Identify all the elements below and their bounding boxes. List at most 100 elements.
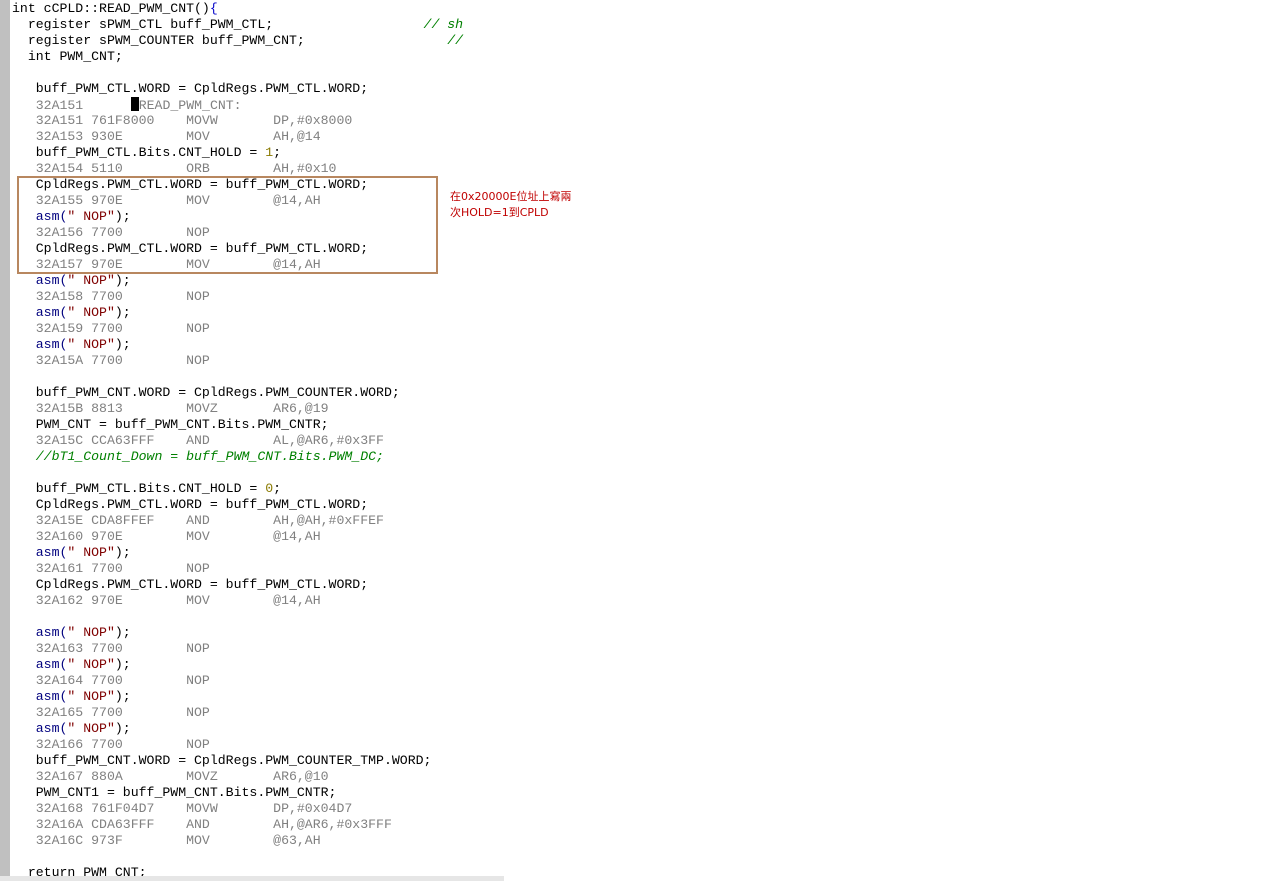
code-line: register sPWM_COUNTER buff_PWM_CNT; // xyxy=(12,33,471,49)
code-token: CpldRegs.PWM_CTL.WORD = buff_PWM_CTL.WOR… xyxy=(12,497,369,512)
code-token: " NOP" xyxy=(67,657,115,672)
code-token: ); xyxy=(114,721,131,736)
code-token: 32A15B 8813 MOVZ AR6,@19 xyxy=(12,401,329,416)
code-token: asm( xyxy=(12,721,68,736)
code-token: 32A158 7700 NOP xyxy=(12,289,210,304)
code-token: asm( xyxy=(12,625,68,640)
code-line: 32A16C 973F MOV @63,AH xyxy=(12,833,471,849)
code-token: // sh xyxy=(423,17,464,32)
annotation-note-line-1: 在0x20000E位址上寫兩 xyxy=(450,190,572,203)
code-token: ; xyxy=(273,145,282,160)
code-line: 32A16A CDA63FFF AND AH,@AR6,#0x3FFF xyxy=(12,817,471,833)
code-token: 32A164 7700 NOP xyxy=(12,673,210,688)
code-token: 32A160 970E MOV @14,AH xyxy=(12,529,321,544)
code-line: 32A151 READ_PWM_CNT: xyxy=(12,97,471,113)
highlight-box xyxy=(17,176,438,274)
code-line: 32A165 7700 NOP xyxy=(12,705,471,721)
code-line: 32A154 5110 ORB AH,#0x10 xyxy=(12,161,471,177)
code-line: register sPWM_CTL buff_PWM_CTL; // sh xyxy=(12,17,471,33)
code-token: " NOP" xyxy=(67,625,115,640)
code-token: 32A161 7700 NOP xyxy=(12,561,210,576)
code-token: asm( xyxy=(12,689,68,704)
code-line: 32A164 7700 NOP xyxy=(12,673,471,689)
code-token: asm( xyxy=(12,337,68,352)
code-lines: int cCPLD::READ_PWM_CNT(){ register sPWM… xyxy=(12,1,471,881)
code-line: 32A158 7700 NOP xyxy=(12,289,471,305)
code-line: asm(" NOP"); xyxy=(12,337,471,353)
code-line: int cCPLD::READ_PWM_CNT(){ xyxy=(12,1,471,17)
code-line: CpldRegs.PWM_CTL.WORD = buff_PWM_CTL.WOR… xyxy=(12,497,471,513)
code-line: 32A167 880A MOVZ AR6,@10 xyxy=(12,769,471,785)
code-token: ); xyxy=(114,305,131,320)
code-token: int PWM_CNT; xyxy=(12,49,123,64)
code-token: buff_PWM_CNT.WORD = CpldRegs.PWM_COUNTER… xyxy=(12,385,400,400)
code-line: 32A166 7700 NOP xyxy=(12,737,471,753)
editor-bottom-edge xyxy=(0,876,504,881)
code-token: register sPWM_COUNTER buff_PWM_CNT; xyxy=(12,33,448,48)
code-line: //bT1_Count_Down = buff_PWM_CNT.Bits.PWM… xyxy=(12,449,471,465)
code-token: 32A151 xyxy=(12,98,131,113)
code-line: buff_PWM_CTL.WORD = CpldRegs.PWM_CTL.WOR… xyxy=(12,81,471,97)
code-token: 32A163 7700 NOP xyxy=(12,641,210,656)
editor-gutter xyxy=(0,0,10,881)
code-line: 32A161 7700 NOP xyxy=(12,561,471,577)
code-token: 32A15E CDA8FFEF AND AH,@AH,#0xFFEF xyxy=(12,513,384,528)
code-token: " NOP" xyxy=(67,721,115,736)
code-token: // xyxy=(447,33,472,48)
code-token: " NOP" xyxy=(67,305,115,320)
code-token: ); xyxy=(114,625,131,640)
text-caret xyxy=(130,97,139,111)
code-token: 0 xyxy=(265,481,274,496)
code-token: ); xyxy=(114,545,131,560)
code-line: asm(" NOP"); xyxy=(12,657,471,673)
code-token: ); xyxy=(114,657,131,672)
code-line: buff_PWM_CTL.Bits.CNT_HOLD = 0; xyxy=(12,481,471,497)
code-token: buff_PWM_CTL.Bits.CNT_HOLD = xyxy=(12,481,266,496)
code-line: int PWM_CNT; xyxy=(12,49,471,65)
code-line: 32A15C CCA63FFF AND AL,@AR6,#0x3FF xyxy=(12,433,471,449)
code-token: 32A154 5110 ORB AH,#0x10 xyxy=(12,161,337,176)
code-line: 32A160 970E MOV @14,AH xyxy=(12,529,471,545)
code-token: 32A15C CCA63FFF AND AL,@AR6,#0x3FF xyxy=(12,433,384,448)
code-line: asm(" NOP"); xyxy=(12,305,471,321)
code-line: CpldRegs.PWM_CTL.WORD = buff_PWM_CTL.WOR… xyxy=(12,577,471,593)
code-token: ; xyxy=(273,481,282,496)
code-token: PWM_CNT1 = buff_PWM_CNT.Bits.PWM_CNTR; xyxy=(12,785,337,800)
code-token: 32A167 880A MOVZ AR6,@10 xyxy=(12,769,329,784)
code-line: buff_PWM_CNT.WORD = CpldRegs.PWM_COUNTER… xyxy=(12,385,471,401)
code-line: 32A15B 8813 MOVZ AR6,@19 xyxy=(12,401,471,417)
code-token: { xyxy=(209,1,218,16)
code-token: buff_PWM_CNT.WORD = CpldRegs.PWM_COUNTER… xyxy=(12,753,432,768)
code-line: 32A15E CDA8FFEF AND AH,@AH,#0xFFEF xyxy=(12,513,471,529)
code-token: int cCPLD::READ_PWM_CNT() xyxy=(12,1,210,16)
code-line: 32A168 761F04D7 MOVW DP,#0x04D7 xyxy=(12,801,471,817)
code-token: ); xyxy=(114,337,131,352)
code-line: 32A151 761F8000 MOVW DP,#0x8000 xyxy=(12,113,471,129)
code-token: buff_PWM_CTL.WORD = CpldRegs.PWM_CTL.WOR… xyxy=(12,81,369,96)
code-line: asm(" NOP"); xyxy=(12,721,471,737)
code-token: //bT1_Count_Down = buff_PWM_CNT.Bits.PWM… xyxy=(12,449,384,464)
code-token: 32A162 970E MOV @14,AH xyxy=(12,593,321,608)
code-token: 32A165 7700 NOP xyxy=(12,705,210,720)
code-line: asm(" NOP"); xyxy=(12,689,471,705)
code-token: " NOP" xyxy=(67,545,115,560)
code-token: READ_PWM_CNT: xyxy=(138,98,242,113)
code-token: 32A15A 7700 NOP xyxy=(12,353,210,368)
code-token: " NOP" xyxy=(67,273,115,288)
code-token: asm( xyxy=(12,545,68,560)
code-line: 32A15A 7700 NOP xyxy=(12,353,471,369)
annotation-note: 在0x20000E位址上寫兩 次HOLD=1到CPLD xyxy=(450,189,600,221)
code-token: 32A166 7700 NOP xyxy=(12,737,210,752)
code-token: 32A151 761F8000 MOVW DP,#0x8000 xyxy=(12,113,353,128)
code-token: " NOP" xyxy=(67,689,115,704)
code-line: 32A163 7700 NOP xyxy=(12,641,471,657)
code-token: 1 xyxy=(265,145,274,160)
code-token: PWM_CNT = buff_PWM_CNT.Bits.PWM_CNTR; xyxy=(12,417,329,432)
code-editor[interactable]: int cCPLD::READ_PWM_CNT(){ register sPWM… xyxy=(10,0,504,881)
code-line: buff_PWM_CTL.Bits.CNT_HOLD = 1; xyxy=(12,145,471,161)
code-token: " NOP" xyxy=(67,337,115,352)
code-token: ); xyxy=(114,689,131,704)
